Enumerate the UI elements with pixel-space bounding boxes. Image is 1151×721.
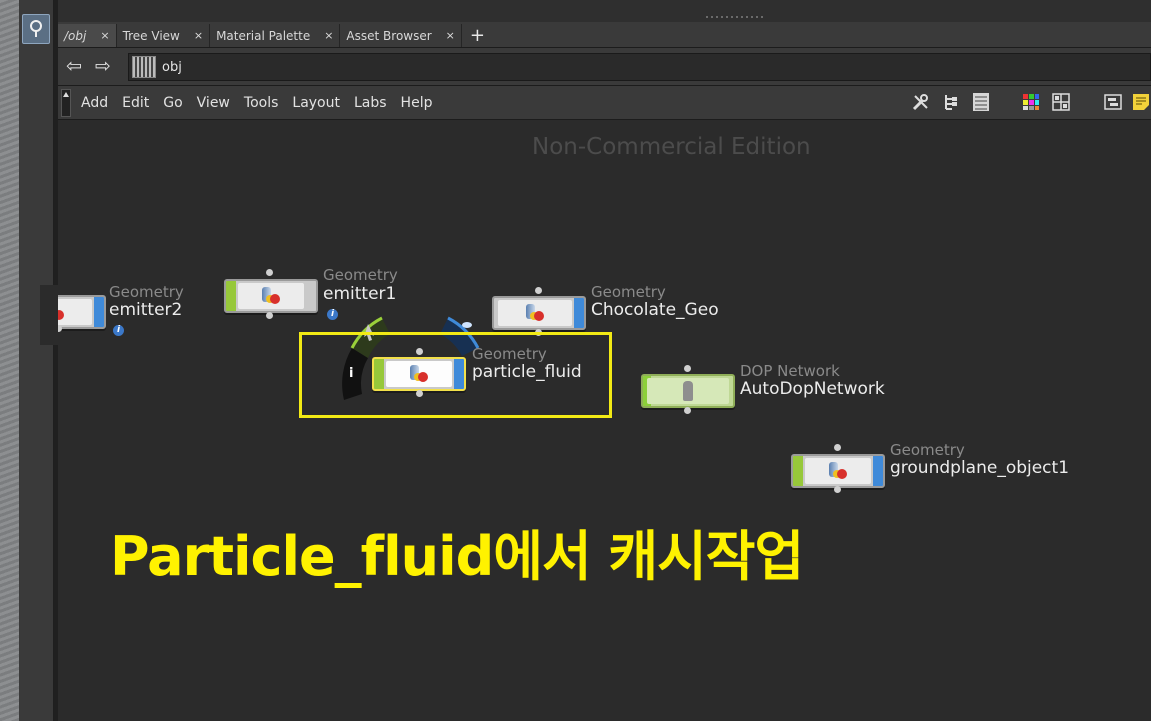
tab-obj[interactable]: /obj × <box>58 24 117 47</box>
close-icon[interactable]: × <box>194 29 203 42</box>
network-canvas[interactable] <box>58 120 1151 721</box>
close-icon[interactable]: × <box>324 29 333 42</box>
path-bar: ⇦ ⇨ obj <box>58 48 1151 86</box>
info-icon[interactable]: i <box>327 309 338 320</box>
houdini-network-editor: /obj × Tree View × Material Palette × As… <box>0 0 1151 721</box>
overlay-caption: Particle_fluid에서 캐시작업 <box>110 525 804 588</box>
menu-help[interactable]: Help <box>401 95 433 111</box>
node-name-label: emitter1 <box>323 284 397 304</box>
tab-label: Asset Browser <box>346 28 432 43</box>
edition-watermark: Non-Commercial Edition <box>532 134 811 160</box>
node-name-label: emitter2 <box>109 300 183 320</box>
menu-tools[interactable]: Tools <box>244 95 279 111</box>
menu-labs[interactable]: Labs <box>354 95 387 111</box>
node-type-label: Geometry <box>323 266 398 284</box>
left-toolbar <box>19 0 54 721</box>
viewport-edge <box>0 0 19 721</box>
input-port[interactable] <box>684 365 691 372</box>
list-icon[interactable] <box>971 92 991 112</box>
network-box-icon[interactable] <box>1103 92 1123 112</box>
node-emitter1[interactable] <box>224 279 318 313</box>
collapse-handle-icon[interactable] <box>61 89 71 117</box>
menu-view[interactable]: View <box>197 95 230 111</box>
node-name-label: Chocolate_Geo <box>591 300 719 320</box>
menu-edit[interactable]: Edit <box>122 95 149 111</box>
path-text: obj <box>162 59 182 75</box>
tree-icon[interactable] <box>941 92 961 112</box>
grid-layout-icon[interactable] <box>1051 92 1071 112</box>
input-port[interactable] <box>535 287 542 294</box>
menu-items: Add Edit Go View Tools Layout Labs Help <box>81 86 446 119</box>
geometry-icon <box>524 304 546 322</box>
node-autodopnetwork[interactable] <box>641 374 735 408</box>
input-port[interactable] <box>834 444 841 451</box>
close-icon[interactable]: × <box>100 29 109 42</box>
wrench-icon[interactable] <box>911 92 931 112</box>
add-tab-button[interactable]: + <box>462 25 493 47</box>
pane-title-bar <box>58 0 1151 23</box>
dop-network-icon <box>683 381 693 401</box>
network-path-field[interactable]: obj <box>128 53 1151 81</box>
output-port[interactable] <box>834 486 841 493</box>
tab-material-palette[interactable]: Material Palette × <box>210 24 341 47</box>
menu-bar: Add Edit Go View Tools Layout Labs Help <box>58 86 1151 120</box>
node-type-label: Geometry <box>591 283 666 301</box>
node-groundplane-object1[interactable] <box>791 454 885 488</box>
output-port[interactable] <box>684 407 691 414</box>
tab-label: /obj <box>64 28 87 43</box>
node-type-label: Geometry <box>109 283 184 301</box>
node-name-label: AutoDopNetwork <box>740 379 885 399</box>
node-type-label: DOP Network <box>740 362 840 380</box>
pin-icon[interactable] <box>22 14 50 44</box>
info-icon[interactable]: i <box>113 325 124 336</box>
tab-label: Material Palette <box>216 28 311 43</box>
toolbar-icons <box>911 91 1151 115</box>
node-chocolate-geo[interactable] <box>492 296 586 330</box>
close-icon[interactable]: × <box>446 29 455 42</box>
input-port[interactable] <box>266 269 273 276</box>
geometry-icon <box>260 287 282 305</box>
menu-add[interactable]: Add <box>81 95 108 111</box>
eye-icon <box>462 322 472 328</box>
menu-layout[interactable]: Layout <box>292 95 340 111</box>
output-port[interactable] <box>266 312 273 319</box>
node-name-label: groundplane_object1 <box>890 458 1070 478</box>
color-grid-icon[interactable] <box>1021 92 1041 112</box>
network-context-icon <box>132 56 156 78</box>
forward-arrow-icon[interactable]: ⇨ <box>92 56 114 76</box>
tab-label: Tree View <box>122 28 180 43</box>
tab-tree-view[interactable]: Tree View × <box>117 24 211 47</box>
tab-bar: /obj × Tree View × Material Palette × As… <box>58 22 1151 48</box>
highlight-box <box>299 332 612 418</box>
tab-asset-browser[interactable]: Asset Browser × <box>340 24 462 47</box>
sticky-note-icon[interactable] <box>1131 92 1151 112</box>
geometry-icon <box>827 462 849 480</box>
node-type-label: Geometry <box>890 441 965 459</box>
menu-go[interactable]: Go <box>163 95 182 111</box>
pane-grip[interactable] <box>694 14 774 20</box>
back-arrow-icon[interactable]: ⇦ <box>63 56 85 76</box>
